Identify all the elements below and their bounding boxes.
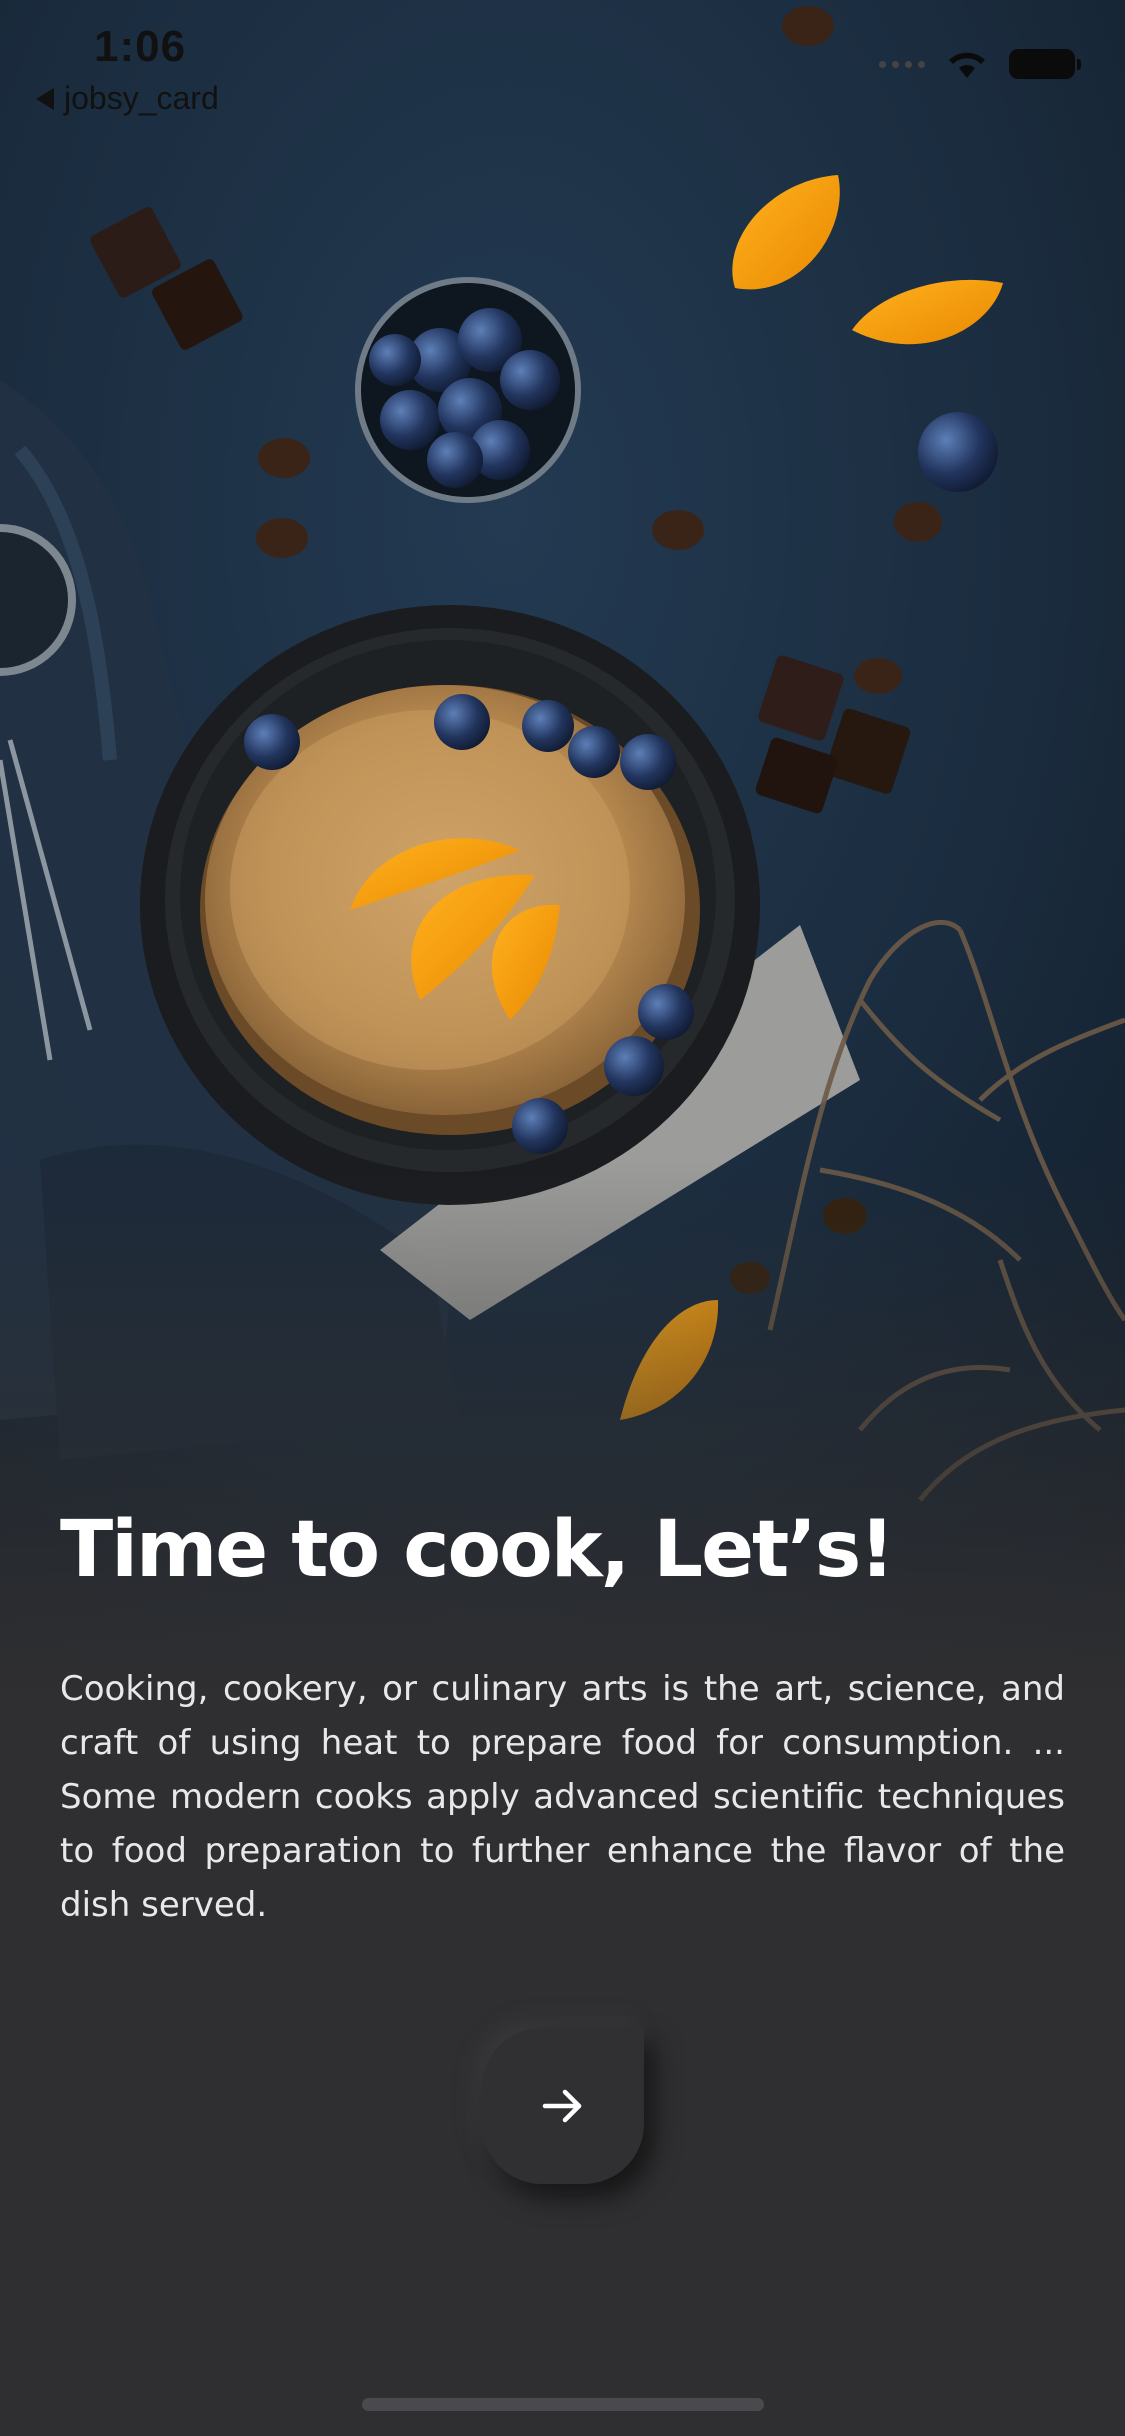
back-to-app-button[interactable]: jobsy_card bbox=[36, 80, 219, 117]
battery-icon bbox=[1009, 49, 1081, 79]
arrow-right-icon bbox=[542, 2089, 582, 2123]
onboarding-title: Time to cook, Let’s! bbox=[60, 1505, 895, 1595]
hero-food-image bbox=[0, 0, 1125, 1700]
back-caret-icon bbox=[36, 87, 54, 110]
cellular-signal-icon bbox=[879, 60, 925, 68]
status-indicators bbox=[879, 48, 1081, 80]
home-indicator[interactable] bbox=[362, 2398, 764, 2411]
next-button[interactable] bbox=[482, 2028, 644, 2184]
back-to-app-label: jobsy_card bbox=[64, 80, 219, 116]
status-bar: 1:06 jobsy_card bbox=[0, 0, 1125, 130]
onboarding-description: Cooking, cookery, or culinary arts is th… bbox=[60, 1669, 1065, 1925]
wifi-icon bbox=[949, 52, 985, 78]
status-time: 1:06 bbox=[94, 22, 187, 71]
